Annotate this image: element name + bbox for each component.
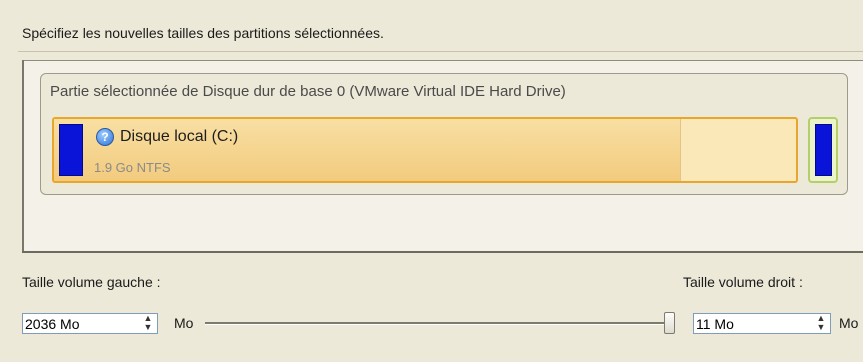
instruction-text: Spécifiez les nouvelles tailles des part…	[22, 25, 384, 41]
disk-title: Partie sélectionnée de Disque dur de bas…	[50, 83, 566, 100]
partition-size: 1.9 Go NTFS	[94, 160, 171, 175]
panel-left-edge	[22, 60, 24, 253]
divider	[18, 51, 863, 52]
left-volume-input[interactable]	[23, 314, 125, 333]
left-spin-arrows-icon[interactable]: ▲ ▼	[141, 314, 155, 333]
partition-name: Disque local (C:)	[120, 128, 239, 145]
slider-track[interactable]	[205, 322, 668, 325]
right-volume-spinbox[interactable]: ▲▼	[693, 313, 831, 334]
right-spin-arrows-icon[interactable]: ▲ ▼	[814, 314, 828, 333]
help-icon: ?	[96, 128, 114, 146]
right-volume-input[interactable]	[694, 314, 796, 333]
left-volume-spinbox[interactable]: ▲▼	[22, 313, 158, 334]
right-volume-block	[815, 124, 832, 176]
left-volume-block	[59, 124, 83, 176]
left-volume-unit: Mo	[174, 315, 194, 331]
right-volume-unit: Mo	[839, 315, 859, 331]
left-volume-label: Taille volume gauche :	[22, 274, 161, 290]
slider-thumb[interactable]	[664, 312, 675, 334]
panel-bottom-edge	[22, 251, 863, 253]
right-volume-label: Taille volume droit :	[683, 274, 803, 290]
